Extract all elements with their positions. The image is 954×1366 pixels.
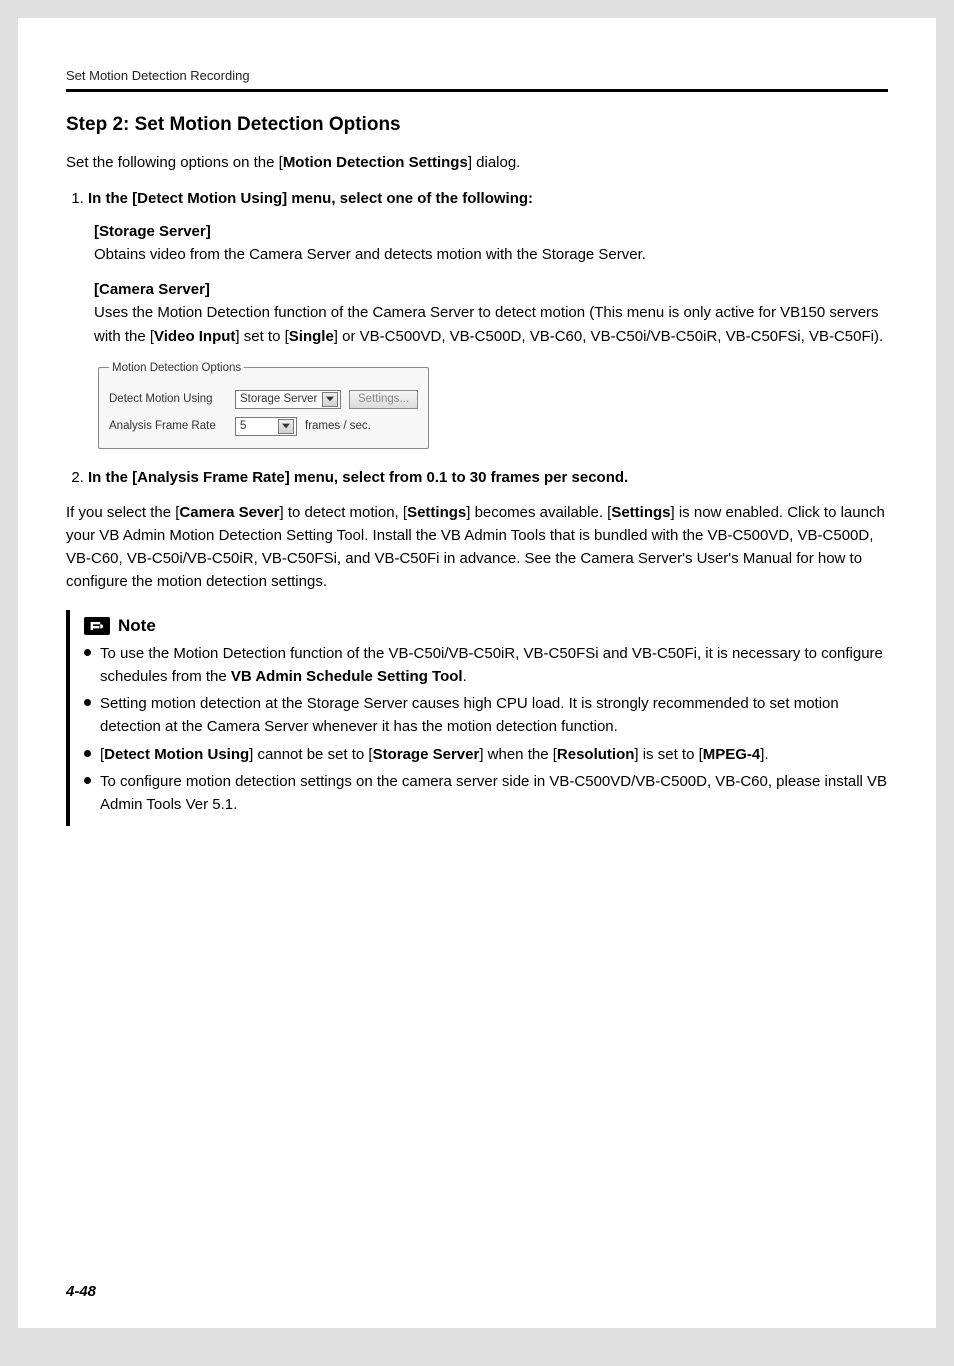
note-icon [84, 617, 110, 635]
sub-camera-head: [Camera Server] [94, 278, 888, 301]
settings-button[interactable]: Settings... [349, 390, 418, 409]
n4-t1: To configure motion detection settings o… [100, 773, 887, 813]
n2-t1: Setting motion detection at the Storage … [100, 695, 839, 735]
step-title: Step 2: Set Motion Detection Options [66, 114, 888, 136]
analysis-frame-rate-row: Analysis Frame Rate 5 frames / sec. [109, 417, 418, 436]
li1-post: ] menu, select one of the following: [282, 190, 533, 207]
intro-bold: Motion Detection Settings [283, 154, 468, 171]
detect-motion-row: Detect Motion Using Storage Server Setti… [109, 390, 418, 409]
li1-bold: Detect Motion Using [137, 190, 282, 207]
para-b2: Settings [407, 504, 466, 521]
analysis-frame-rate-value: 5 [240, 420, 274, 432]
page-number: 4-48 [66, 1283, 96, 1300]
sub-storage-server: [Storage Server] Obtains video from the … [94, 220, 888, 267]
sub-camera-server: [Camera Server] Uses the Motion Detectio… [94, 278, 888, 348]
note-box: Note To use the Motion Detection functio… [66, 610, 888, 827]
detect-motion-label: Detect Motion Using [109, 393, 227, 405]
li2-pre: In the [ [88, 469, 137, 486]
n3-b1: Detect Motion Using [104, 746, 249, 763]
sub-camera-mid: ] set to [ [235, 328, 288, 345]
para-b1: Camera Sever [179, 504, 279, 521]
note-item-4: To configure motion detection settings o… [84, 770, 888, 817]
n3-t2: ] cannot be set to [ [249, 746, 372, 763]
document-page: Set Motion Detection Recording Step 2: S… [18, 18, 936, 1328]
note-item-1: To use the Motion Detection function of … [84, 642, 888, 689]
n3-b3: Resolution [557, 746, 635, 763]
para-t3: ] becomes available. [ [466, 504, 611, 521]
para-b3: Settings [611, 504, 670, 521]
n3-b4: MPEG-4 [703, 746, 761, 763]
list-item-1: In the [Detect Motion Using] menu, selec… [88, 188, 888, 210]
note-list: To use the Motion Detection function of … [84, 642, 888, 817]
ordered-list-1: In the [Detect Motion Using] menu, selec… [66, 188, 888, 210]
panel-legend: Motion Detection Options [109, 362, 244, 374]
sub-camera-post: ] or VB-C500VD, VB-C500D, VB-C60, VB-C50… [334, 328, 883, 345]
note-item-3: [Detect Motion Using] cannot be set to [… [84, 743, 888, 766]
sub-storage-head: [Storage Server] [94, 220, 888, 243]
n1-t1: To use the Motion Detection function of … [100, 645, 883, 685]
chevron-down-icon[interactable] [278, 419, 294, 434]
n1-t2: . [463, 668, 467, 685]
para-t2: ] to detect motion, [ [279, 504, 407, 521]
n3-t3: ] when the [ [479, 746, 557, 763]
sub-camera-b2: Single [289, 328, 334, 345]
chevron-down-icon[interactable] [322, 392, 338, 407]
sub-storage-body: Obtains video from the Camera Server and… [94, 246, 646, 263]
running-head: Set Motion Detection Recording [66, 68, 888, 83]
li1-pre: In the [ [88, 190, 137, 207]
list-item-2: In the [Analysis Frame Rate] menu, selec… [88, 467, 888, 489]
frames-per-sec-unit: frames / sec. [305, 420, 371, 432]
motion-detection-options-panel: Motion Detection Options Detect Motion U… [96, 362, 426, 449]
note-item-2: Setting motion detection at the Storage … [84, 692, 888, 739]
n3-b2: Storage Server [373, 746, 480, 763]
detect-motion-value: Storage Server [240, 393, 318, 405]
li2-bold: Analysis Frame Rate [137, 469, 285, 486]
header-rule [66, 89, 888, 92]
detect-motion-select[interactable]: Storage Server [235, 390, 341, 409]
settings-paragraph: If you select the [Camera Sever] to dete… [66, 501, 888, 594]
n3-t4: ] is set to [ [634, 746, 702, 763]
li2-post: ] menu, select from 0.1 to 30 frames per… [285, 469, 628, 486]
para-t1: If you select the [ [66, 504, 179, 521]
ordered-list-2: In the [Analysis Frame Rate] menu, selec… [66, 467, 888, 489]
intro-pre: Set the following options on the [ [66, 154, 283, 171]
n1-b1: VB Admin Schedule Setting Tool [231, 668, 463, 685]
intro-post: ] dialog. [468, 154, 521, 171]
analysis-frame-rate-label: Analysis Frame Rate [109, 420, 227, 432]
n3-t5: ]. [760, 746, 768, 763]
sub-camera-b1: Video Input [154, 328, 235, 345]
note-header: Note [84, 616, 888, 636]
intro-paragraph: Set the following options on the [Motion… [66, 152, 888, 174]
motion-detection-options-fieldset: Motion Detection Options Detect Motion U… [98, 362, 429, 449]
note-title: Note [118, 616, 156, 636]
analysis-frame-rate-select[interactable]: 5 [235, 417, 297, 436]
